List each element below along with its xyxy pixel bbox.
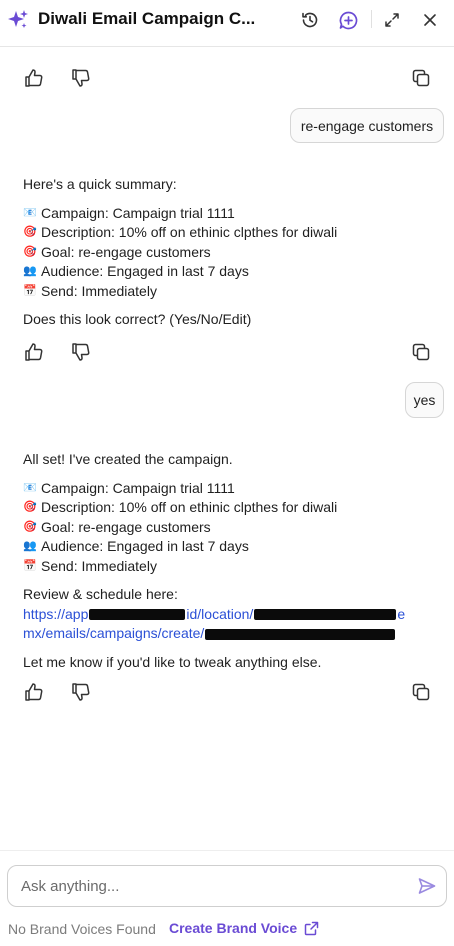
thumbs-up-button[interactable] — [23, 681, 45, 703]
goal-line: Goal: re-engage customers — [41, 518, 211, 535]
close-button[interactable] — [419, 9, 441, 31]
thumbs-down-icon — [72, 69, 90, 87]
copy-button[interactable] — [410, 341, 432, 363]
thumbs-down-button[interactable] — [70, 681, 92, 703]
campaign-line: Campaign: Campaign trial 1111 — [41, 479, 235, 496]
target-icon: 🎯 — [23, 245, 37, 258]
email-icon: 📧 — [23, 206, 37, 219]
link-text-path: mx/emails/campaigns/create/ — [23, 625, 205, 641]
send-line: Send: Immediately — [41, 282, 157, 299]
close-icon — [424, 14, 436, 26]
campaign-line: Campaign: Campaign trial 1111 — [41, 204, 235, 221]
redacted-text — [254, 609, 397, 621]
copy-icon — [412, 343, 430, 361]
copy-icon — [412, 69, 430, 87]
campaign-link[interactable]: https://app id/location/e — [23, 605, 443, 625]
user-message: yes — [405, 382, 444, 418]
user-message-text: yes — [413, 392, 436, 408]
review-label: Review & schedule here: — [23, 586, 178, 602]
assistant-message: All set! I've created the campaign. 📧 Cam… — [23, 450, 443, 672]
thumbs-up-icon — [25, 69, 43, 87]
create-brand-voice-link[interactable]: Create Brand Voice — [169, 920, 319, 936]
user-message: re-engage customers — [290, 108, 444, 143]
link-text-middle: id/location/ — [186, 605, 254, 622]
thumbs-up-button[interactable] — [23, 341, 45, 363]
target-icon: 🎯 — [23, 226, 37, 238]
calendar-icon: 📅 — [23, 559, 37, 572]
assistant-message: Here's a quick summary: 📧 Campaign: Campa… — [23, 175, 443, 330]
calendar-icon: 📅 — [23, 284, 37, 297]
composer-area: No Brand Voices Found Create Brand Voice — [0, 850, 454, 946]
people-icon: 👥 — [23, 540, 37, 552]
chat-thread: re-engage customers Here's a quick summa… — [0, 48, 454, 850]
copy-icon — [412, 683, 430, 701]
audience-line: Audience: Engaged in last 7 days — [41, 538, 249, 554]
copy-button[interactable] — [410, 681, 432, 703]
expand-button[interactable] — [381, 9, 403, 31]
redacted-text — [89, 609, 186, 621]
thumbs-up-icon — [25, 343, 43, 361]
audience-line: Audience: Engaged in last 7 days — [41, 263, 249, 279]
description-line: Description: 10% off on ethinic clpthes … — [41, 499, 338, 515]
new-chat-icon — [339, 11, 357, 29]
target-icon: 🎯 — [23, 501, 37, 513]
redacted-text — [205, 628, 396, 640]
history-icon — [302, 12, 318, 28]
thumbs-up-button[interactable] — [23, 67, 45, 89]
description-line: Description: 10% off on ethinic clpthes … — [41, 224, 338, 240]
header-divider — [371, 10, 372, 28]
link-text-start: https://app — [23, 605, 89, 622]
thumbs-down-button[interactable] — [70, 67, 92, 89]
thumbs-down-icon — [72, 683, 90, 701]
confirmation-question: Does this look correct? (Yes/No/Edit) — [23, 311, 252, 327]
target-icon: 🎯 — [23, 520, 37, 533]
message-intro: All set! I've created the campaign. — [23, 451, 233, 467]
thumbs-down-button[interactable] — [70, 341, 92, 363]
thumbs-up-icon — [25, 683, 43, 701]
copy-button[interactable] — [410, 67, 432, 89]
closing-text: Let me know if you'd like to tweak anyth… — [23, 653, 322, 670]
send-line: Send: Immediately — [41, 557, 157, 574]
brand-voice-status: No Brand Voices Found — [8, 921, 156, 937]
conversation-title: Diwali Email Campaign C... — [38, 9, 256, 28]
history-button[interactable] — [299, 9, 321, 31]
people-icon: 👥 — [23, 265, 37, 277]
goal-line: Goal: re-engage customers — [41, 243, 211, 260]
message-intro: Here's a quick summary: — [23, 176, 177, 192]
thumbs-down-icon — [72, 343, 90, 361]
chat-composer — [7, 865, 447, 907]
new-chat-button[interactable] — [337, 9, 359, 31]
link-text-end: e — [397, 605, 406, 622]
create-brand-voice-label: Create Brand Voice — [169, 920, 298, 936]
chat-input[interactable] — [8, 866, 408, 906]
send-icon[interactable] — [417, 876, 437, 896]
email-icon: 📧 — [23, 481, 37, 494]
campaign-link-continued[interactable]: mx/emails/campaigns/create/ — [23, 624, 443, 644]
expand-icon — [385, 13, 399, 27]
chat-header: Diwali Email Campaign C... — [0, 0, 454, 47]
external-link-icon — [304, 921, 319, 935]
sparkle-icon — [8, 10, 28, 28]
user-message-text: re-engage customers — [300, 117, 434, 134]
